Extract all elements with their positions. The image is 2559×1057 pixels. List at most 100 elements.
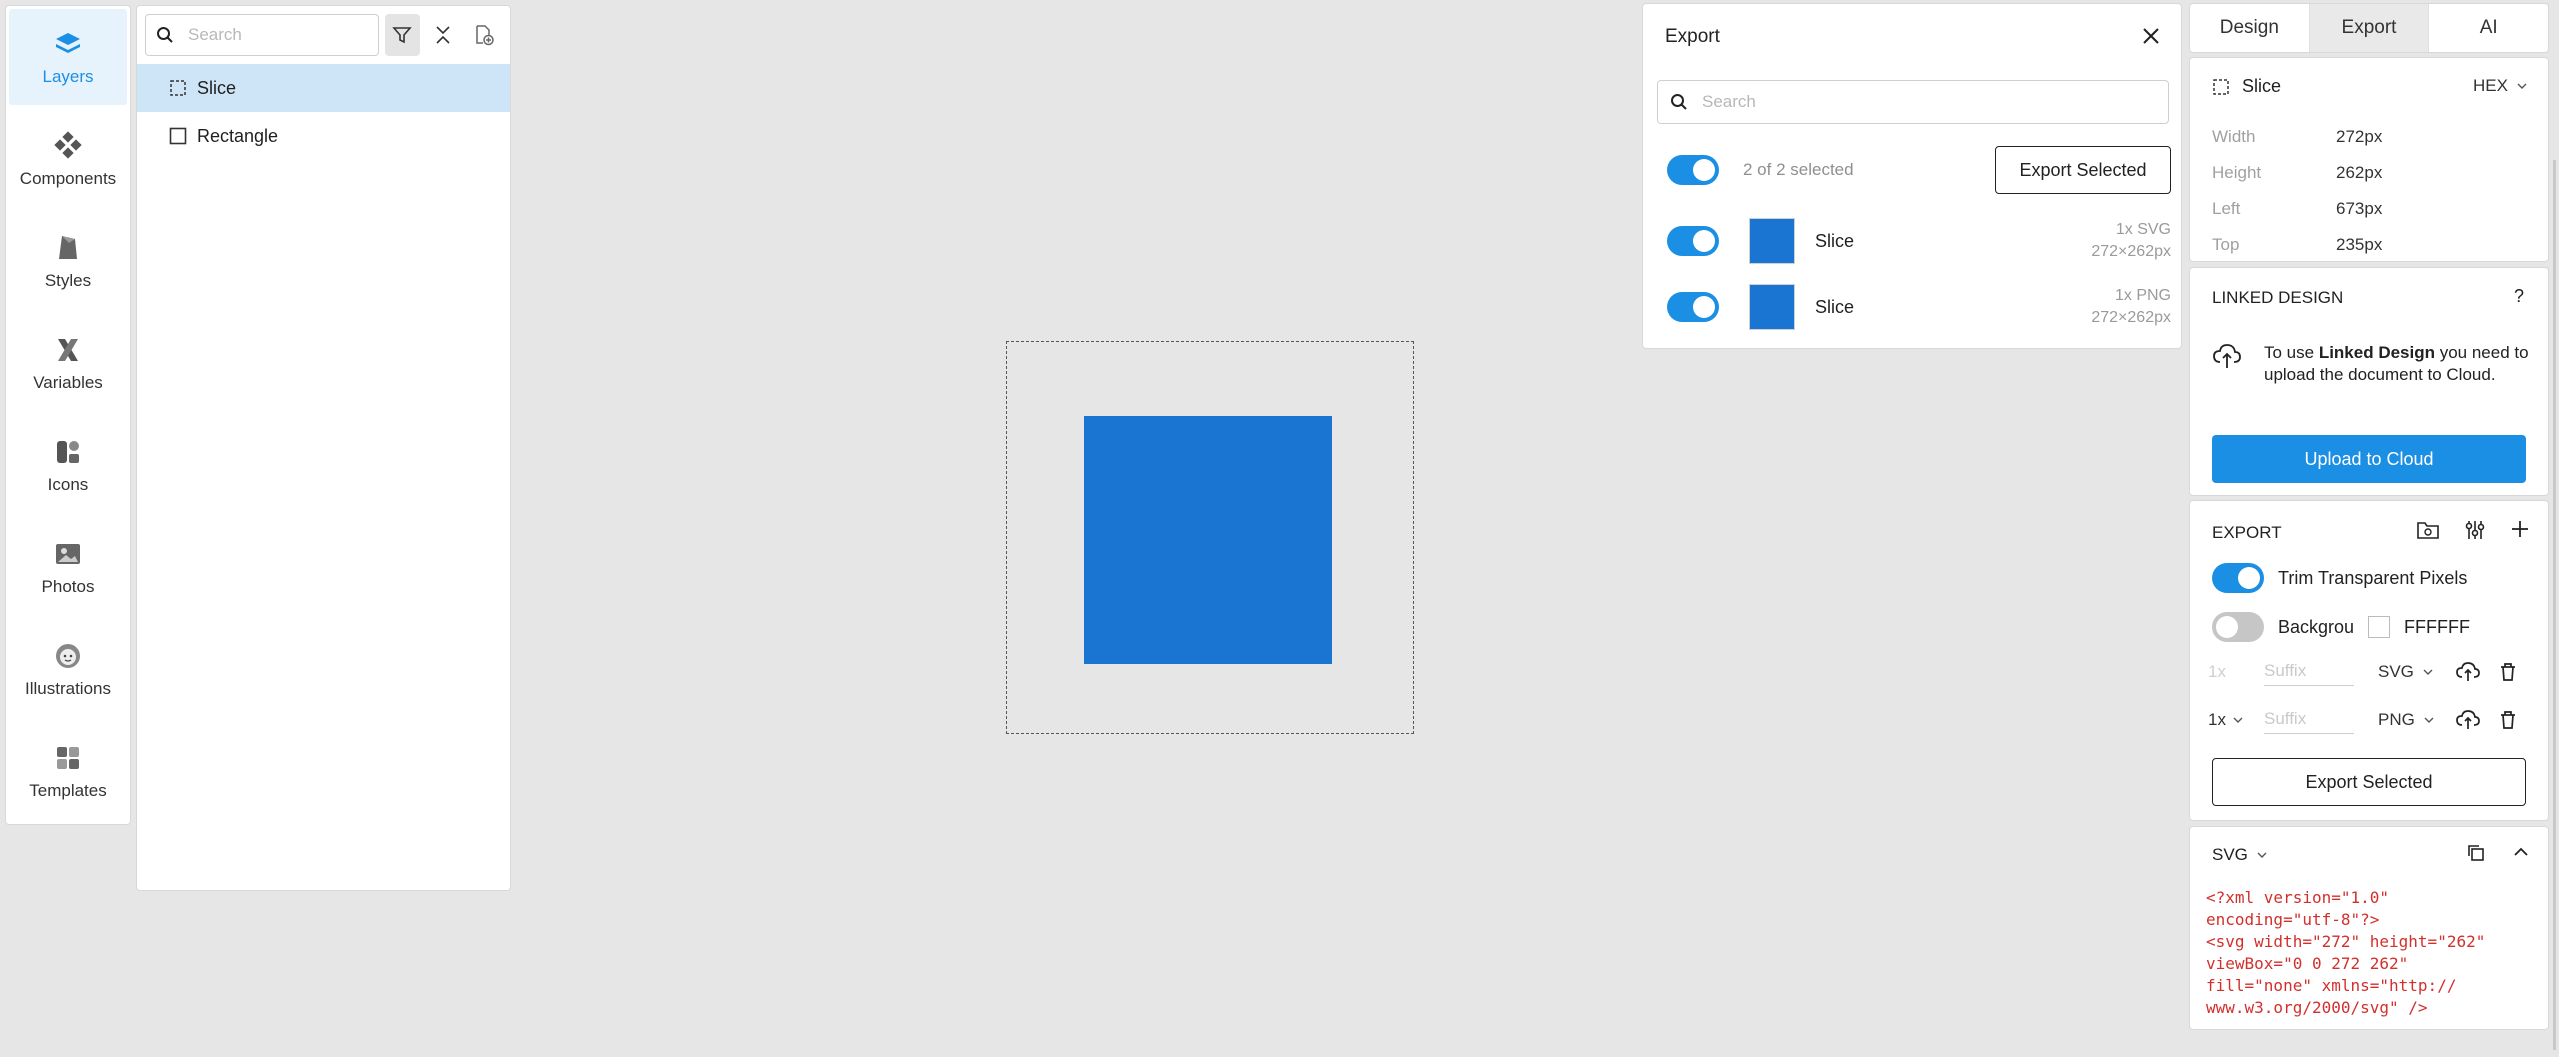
- upload-to-cloud-button[interactable]: Upload to Cloud: [2212, 435, 2526, 483]
- prop-label: Width: [2212, 127, 2256, 146]
- layers-panel: Slice Rectangle: [136, 5, 511, 891]
- export-dialog: Export 2 of 2 selected Export Selected S…: [1642, 3, 2182, 349]
- msg-bold: Linked Design: [2318, 343, 2435, 362]
- tool-photos[interactable]: Photos: [9, 519, 127, 615]
- inspector-tabs: Design Export AI: [2189, 3, 2549, 53]
- export-card-title: EXPORT: [2212, 523, 2282, 542]
- chevron-down-icon: [2516, 80, 2528, 92]
- prop-value: 262px: [2336, 163, 2383, 182]
- color-mode-select[interactable]: HEX: [2473, 76, 2528, 96]
- tab-design[interactable]: Design: [2190, 4, 2310, 52]
- code-format-select[interactable]: SVG: [2212, 845, 2268, 865]
- export-item-format: 1x PNG: [2114, 287, 2171, 304]
- folder-icon[interactable]: [2416, 519, 2440, 541]
- prop-top: Top 235px: [2212, 235, 2382, 255]
- export-search: [1657, 80, 2169, 124]
- help-button[interactable]: ?: [2514, 286, 2524, 307]
- tool-components[interactable]: Components: [9, 111, 127, 207]
- select-all-toggle[interactable]: [1667, 155, 1719, 185]
- scale-select[interactable]: 1x: [2208, 710, 2248, 730]
- export-format-row: 1x SVG: [2208, 657, 2518, 686]
- scale-value: 1x: [2208, 661, 2226, 681]
- plus-icon[interactable]: [2510, 519, 2530, 541]
- suffix-input[interactable]: [2264, 657, 2354, 686]
- layer-item-rectangle[interactable]: Rectangle: [137, 112, 510, 160]
- slice-icon: [2212, 78, 2230, 96]
- layers-search-input[interactable]: [186, 24, 356, 46]
- tool-photos-label: Photos: [41, 577, 95, 596]
- trash-icon[interactable]: [2498, 710, 2518, 730]
- filter-button[interactable]: [384, 14, 420, 56]
- layer-item-slice[interactable]: Slice: [137, 64, 510, 112]
- search-icon: [1670, 93, 1688, 111]
- add-page-button[interactable]: [467, 14, 502, 56]
- prop-height: Height 262px: [2212, 163, 2382, 183]
- left-toolbar: Layers Components Styles Variables Icons…: [5, 5, 131, 825]
- format-select[interactable]: PNG: [2378, 710, 2438, 730]
- canvas-rectangle[interactable]: [1084, 416, 1332, 664]
- close-button[interactable]: [2139, 24, 2163, 48]
- properties-card: Slice HEX Width 272px Height 262px Left …: [2189, 57, 2549, 262]
- tool-illustrations-label: Illustrations: [25, 679, 111, 698]
- svg-card-actions: [2466, 843, 2530, 863]
- export-selected-button[interactable]: Export Selected: [2212, 758, 2526, 806]
- panel-scrollbar[interactable]: [2553, 160, 2556, 1050]
- format-select[interactable]: SVG: [2378, 662, 2438, 682]
- prop-value: 235px: [2336, 235, 2383, 254]
- export-item-toggle[interactable]: [1667, 292, 1719, 322]
- export-item-toggle[interactable]: [1667, 226, 1719, 256]
- suffix-input[interactable]: [2264, 705, 2354, 734]
- prop-width: Width 272px: [2212, 127, 2382, 147]
- tab-ai[interactable]: AI: [2429, 4, 2548, 52]
- rectangle-icon: [169, 127, 187, 145]
- cloud-upload-icon[interactable]: [2456, 709, 2480, 731]
- cloud-upload-icon[interactable]: [2456, 661, 2480, 683]
- export-item-size: 272×262px: [2091, 243, 2171, 260]
- background-row: Backgrou FFFFFF: [2212, 612, 2470, 642]
- trim-pixels-label: Trim Transparent Pixels: [2278, 567, 2468, 588]
- export-dialog-title: Export: [1665, 26, 1720, 47]
- export-card-actions: [2416, 519, 2530, 541]
- tool-components-label: Components: [19, 169, 117, 188]
- scale-select[interactable]: 1x: [2208, 662, 2248, 682]
- chevron-down-icon: [2232, 714, 2244, 726]
- tool-icons[interactable]: Icons: [9, 417, 127, 513]
- tool-layers-label: Layers: [42, 67, 94, 86]
- export-search-input[interactable]: [1700, 91, 2140, 113]
- export-item-name: Slice: [1815, 296, 1855, 317]
- tool-templates[interactable]: Templates: [9, 723, 127, 819]
- linked-design-title: LINKED DESIGN: [2212, 288, 2344, 307]
- trim-pixels-toggle[interactable]: [2212, 563, 2264, 593]
- trash-icon[interactable]: [2498, 662, 2518, 682]
- prop-left: Left 673px: [2212, 199, 2382, 219]
- export-format-row: 1x PNG: [2208, 705, 2518, 734]
- settings-sliders-icon[interactable]: [2464, 519, 2486, 541]
- copy-icon[interactable]: [2466, 843, 2486, 863]
- tool-icons-label: Icons: [47, 475, 89, 494]
- styles-icon: [51, 231, 85, 265]
- layers-search: [145, 14, 379, 56]
- tool-variables[interactable]: Variables: [9, 315, 127, 411]
- selection-name: Slice: [2242, 76, 2282, 96]
- format-value: PNG: [2378, 709, 2415, 729]
- tool-illustrations[interactable]: Illustrations: [9, 621, 127, 717]
- export-card: EXPORT Trim Transparent Pixels Backgrou …: [2189, 500, 2549, 821]
- templates-icon: [51, 741, 85, 775]
- code-format-value: SVG: [2212, 845, 2248, 864]
- background-toggle[interactable]: [2212, 612, 2264, 642]
- export-item-thumbnail: [1749, 218, 1795, 264]
- background-color-swatch[interactable]: [2368, 616, 2391, 638]
- export-item: Slice 1x SVG 272×262px: [1667, 218, 2171, 264]
- export-item: Slice 1x PNG 272×262px: [1667, 284, 2171, 330]
- export-selected-button[interactable]: Export Selected: [1995, 146, 2171, 194]
- prop-value: 272px: [2336, 127, 2383, 146]
- select-all-row: 2 of 2 selected: [1667, 155, 1854, 185]
- layers-icon: [51, 27, 85, 61]
- tool-styles[interactable]: Styles: [9, 213, 127, 309]
- export-item-meta: 1x SVG 272×262px: [2091, 219, 2171, 263]
- chevron-up-icon[interactable]: [2512, 843, 2530, 863]
- tab-export[interactable]: Export: [2309, 4, 2430, 52]
- collapse-all-button[interactable]: [426, 14, 461, 56]
- chevron-down-icon: [2423, 714, 2435, 726]
- tool-layers[interactable]: Layers: [9, 9, 127, 105]
